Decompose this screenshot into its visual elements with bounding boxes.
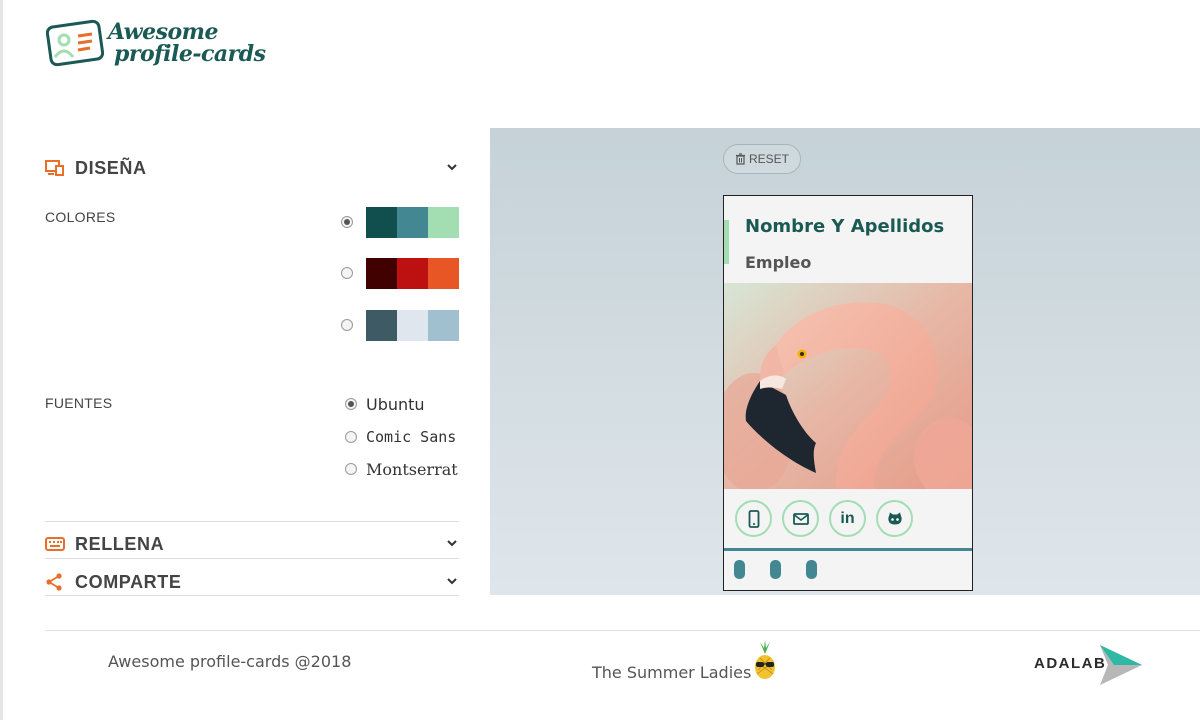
palette-2-radio[interactable] <box>341 267 353 279</box>
decor-dot <box>770 560 781 579</box>
palette-option-2[interactable] <box>341 257 459 289</box>
chevron-down-icon <box>447 540 457 547</box>
footer-divider <box>45 630 1200 631</box>
left-edge-rule <box>0 0 3 720</box>
envelope-icon[interactable] <box>782 500 819 537</box>
swatch <box>397 206 428 238</box>
font-montserrat-radio[interactable] <box>345 463 357 475</box>
palette-3-swatches[interactable] <box>366 309 459 341</box>
linkedin-text: in <box>840 509 855 527</box>
card-accent-bar <box>724 220 729 264</box>
palette-2-swatches[interactable] <box>366 257 459 289</box>
card-photo <box>724 283 972 489</box>
pineapple-icon <box>755 640 775 679</box>
card-divider-line <box>724 548 972 551</box>
swatch <box>366 257 397 289</box>
card-preview-area: RESET Nombre Y Apellidos Empleo in <box>490 128 1200 595</box>
swatch <box>397 309 428 341</box>
chevron-down-icon <box>447 578 457 585</box>
app-logo[interactable]: Awesome profile-cards <box>46 18 266 68</box>
chevron-down-icon <box>447 164 457 171</box>
section-design-header[interactable]: DISEÑA <box>45 150 459 186</box>
font-comic-radio[interactable] <box>345 431 357 443</box>
font-option-montserrat[interactable]: Montserrat <box>345 458 458 480</box>
swatch <box>428 257 459 289</box>
trash-icon <box>735 153 745 165</box>
decor-dot <box>734 560 745 579</box>
swatch <box>428 206 459 238</box>
reset-button[interactable]: RESET <box>723 144 801 174</box>
swatch <box>397 257 428 289</box>
section-design-title: DISEÑA <box>75 157 147 178</box>
reset-label: RESET <box>748 152 789 166</box>
design-icon <box>45 159 67 177</box>
swatch <box>366 206 397 238</box>
linkedin-icon[interactable]: in <box>829 500 866 537</box>
card-job: Empleo <box>745 253 812 272</box>
decor-dot <box>806 560 817 579</box>
phone-icon[interactable] <box>735 500 772 537</box>
font-option-ubuntu[interactable]: Ubuntu <box>345 393 425 415</box>
font-ubuntu-label: Ubuntu <box>366 394 425 414</box>
section-divider <box>45 521 459 522</box>
font-montserrat-label: Montserrat <box>366 459 458 479</box>
logo-text: Awesome profile-cards <box>108 19 266 67</box>
flamingo-image <box>724 283 972 489</box>
font-ubuntu-radio[interactable] <box>345 398 357 410</box>
adalab-text: ADALAB <box>1034 655 1107 672</box>
palette-3-radio[interactable] <box>341 319 353 331</box>
profile-card-logo-icon <box>46 19 104 67</box>
card-header: Nombre Y Apellidos Empleo <box>724 196 972 283</box>
palette-option-3[interactable] <box>341 309 459 341</box>
profile-card: Nombre Y Apellidos Empleo in <box>723 195 973 591</box>
logo-line-2: profile-cards <box>114 41 266 67</box>
github-icon[interactable] <box>876 500 913 537</box>
palette-option-1[interactable] <box>341 206 459 238</box>
fonts-label: FUENTES <box>45 395 113 411</box>
section-divider <box>45 558 459 559</box>
section-share-title: COMPARTE <box>75 571 182 592</box>
section-divider <box>45 595 459 596</box>
swatch <box>428 309 459 341</box>
footer-copyright: Awesome profile-cards @2018 <box>108 652 352 671</box>
colors-label: COLORES <box>45 209 116 225</box>
logo-line-1: Awesome <box>108 19 218 45</box>
swatch <box>366 309 397 341</box>
keyboard-icon <box>45 535 67 553</box>
font-comic-label: Comic Sans <box>366 428 457 446</box>
card-contact-icons: in <box>724 489 972 548</box>
palette-1-swatches[interactable] <box>366 206 459 238</box>
adalab-logo[interactable]: ADALAB <box>1034 643 1144 687</box>
palette-1-radio[interactable] <box>341 216 353 228</box>
font-option-comic-sans[interactable]: Comic Sans <box>345 426 456 448</box>
footer-team: The Summer Ladies <box>592 663 752 682</box>
share-icon <box>45 573 67 591</box>
card-decor-dots <box>734 560 842 579</box>
section-fill-title: RELLENA <box>75 533 165 554</box>
card-name: Nombre Y Apellidos <box>745 216 945 237</box>
section-fill-header[interactable]: RELLENA <box>45 526 459 562</box>
